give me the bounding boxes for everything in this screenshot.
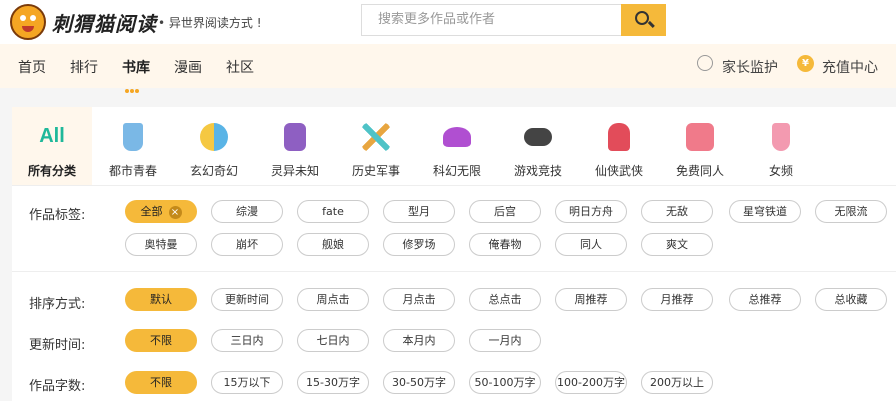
card-icon (284, 123, 306, 151)
update-option[interactable]: 一月内 (469, 329, 541, 352)
category-scifi[interactable]: 科幻无限 (417, 107, 497, 185)
tag-item[interactable]: 同人 (555, 233, 627, 256)
tag-item[interactable]: 崩坏 (211, 233, 283, 256)
wordcount-option[interactable]: 100-200万字 (555, 371, 627, 394)
divider (12, 185, 896, 186)
tag-item[interactable]: 星穹铁道 (729, 200, 801, 223)
nav-ranking[interactable]: 排行 (70, 57, 98, 77)
tag-item[interactable]: 修罗场 (383, 233, 455, 256)
ufo-icon (443, 127, 471, 147)
tag-all[interactable]: 全部 × (125, 200, 197, 223)
recharge-link[interactable]: 充值中心 (822, 57, 878, 77)
parent-control-link[interactable]: 家长监护 (722, 57, 778, 77)
dress-icon (772, 123, 790, 151)
all-icon: All (39, 125, 65, 147)
nav-library[interactable]: 书库 (122, 57, 150, 77)
category-gaming[interactable]: 游戏竞技 (498, 107, 578, 185)
search-input[interactable]: 搜索更多作品或作者 (361, 4, 622, 36)
clear-icon[interactable]: × (168, 205, 182, 219)
sort-option[interactable]: 总点击 (469, 288, 541, 311)
sort-option[interactable]: 月推荐 (641, 288, 713, 311)
divider (12, 271, 896, 272)
search-button[interactable] (621, 4, 666, 36)
sort-label: 排序方式: (29, 297, 86, 312)
yinyang-icon (200, 123, 228, 151)
wordcount-option[interactable]: 200万以上 (641, 371, 713, 394)
parent-icon[interactable] (697, 55, 713, 71)
sort-option[interactable]: 更新时间 (211, 288, 283, 311)
nav-comics[interactable]: 漫画 (174, 57, 202, 77)
category-female[interactable]: 女频 (741, 107, 821, 185)
update-label: 更新时间: (29, 338, 86, 353)
sort-option[interactable]: 总推荐 (729, 288, 801, 311)
cup-icon (123, 123, 143, 151)
library-panel: All 所有分类 都市青春 玄幻奇幻 灵异未知 历史军事 科幻无限 游戏竞技 仙… (12, 107, 896, 401)
active-indicator-icon (125, 78, 145, 93)
tag-item[interactable]: 综漫 (211, 200, 283, 223)
sort-option[interactable]: 总收藏 (815, 288, 887, 311)
tag-item[interactable]: fate (297, 200, 369, 223)
tag-item[interactable]: 舰娘 (297, 233, 369, 256)
gamepad-icon (524, 128, 552, 146)
nav-community[interactable]: 社区 (226, 57, 254, 77)
tags-label: 作品标签: (29, 208, 86, 223)
main-nav: 首页 排行 书库 漫画 社区 家长监护 充值中心 (0, 44, 896, 93)
wordcount-option[interactable]: 15万以下 (211, 371, 283, 394)
tag-item[interactable]: 型月 (383, 200, 455, 223)
update-option[interactable]: 七日内 (297, 329, 369, 352)
wordcount-option[interactable]: 不限 (125, 371, 197, 394)
tag-item[interactable]: 爽文 (641, 233, 713, 256)
category-history[interactable]: 历史军事 (336, 107, 416, 185)
update-option[interactable]: 三日内 (211, 329, 283, 352)
category-fantasy[interactable]: 玄幻奇幻 (174, 107, 254, 185)
swords-icon (362, 123, 390, 151)
tag-item[interactable]: 奥特曼 (125, 233, 197, 256)
pig-icon (686, 123, 714, 151)
tag-item[interactable]: 俺春物 (469, 233, 541, 256)
sort-option[interactable]: 周推荐 (555, 288, 627, 311)
category-all[interactable]: All 所有分类 (12, 107, 92, 185)
tag-item[interactable]: 无限流 (815, 200, 887, 223)
category-wuxia[interactable]: 仙侠武侠 (579, 107, 659, 185)
tag-item[interactable]: 无敌 (641, 200, 713, 223)
category-supernatural[interactable]: 灵异未知 (255, 107, 335, 185)
update-option[interactable]: 不限 (125, 329, 197, 352)
sort-option[interactable]: 默认 (125, 288, 197, 311)
coin-icon[interactable]: ¥ (797, 55, 814, 72)
wordcount-label: 作品字数: (29, 379, 86, 394)
slogan: • 异世界阅读方式 ! (158, 16, 262, 30)
nav-home[interactable]: 首页 (18, 57, 46, 77)
glove-icon (608, 123, 630, 151)
wordcount-option[interactable]: 30-50万字 (383, 371, 455, 394)
wordcount-option[interactable]: 50-100万字 (469, 371, 541, 394)
tag-item[interactable]: 明日方舟 (555, 200, 627, 223)
hedgehog-logo-icon[interactable] (10, 4, 46, 40)
category-fanfic[interactable]: 免费同人 (660, 107, 740, 185)
sort-option[interactable]: 周点击 (297, 288, 369, 311)
top-header: 刺猬猫阅读 • 异世界阅读方式 ! 搜索更多作品或作者 (0, 0, 896, 44)
sort-option[interactable]: 月点击 (383, 288, 455, 311)
wordcount-option[interactable]: 15-30万字 (297, 371, 369, 394)
tag-item[interactable]: 后宫 (469, 200, 541, 223)
brand-name[interactable]: 刺猬猫阅读 (52, 8, 157, 37)
category-bar: All 所有分类 都市青春 玄幻奇幻 灵异未知 历史军事 科幻无限 游戏竞技 仙… (12, 107, 896, 185)
update-option[interactable]: 本月内 (383, 329, 455, 352)
category-urban[interactable]: 都市青春 (93, 107, 173, 185)
search-icon (635, 11, 649, 25)
